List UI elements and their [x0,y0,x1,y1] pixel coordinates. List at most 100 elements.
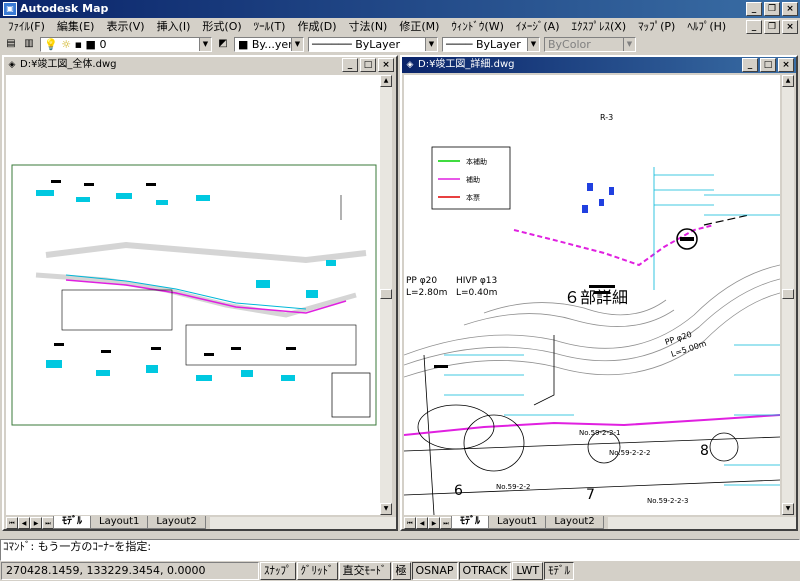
layer-manager-icon[interactable]: ▤ [4,38,18,50]
left-layout-tabs: ⏮ ◀ ▶ ⏭ ﾓﾃﾞﾙ Layout1 Layout2 [6,515,396,529]
tab-prev-icon[interactable]: ◀ [18,517,30,529]
label-no2: No.59-2-2-2 [609,449,650,457]
line-sample-icon: ────── [312,37,352,51]
coordinates-display[interactable]: 270428.1459, 133229.3454, 0.0000 [1,562,259,580]
dashed-line [703,214,750,226]
left-drawing-window[interactable]: ◈ D:¥竣工図_全体.dwg _ □ × ▲ ▼ ⏮ ◀ ▶ ⏭ ﾓﾃﾞﾙ L… [2,55,398,531]
minimize-button[interactable]: _ [342,58,358,72]
tab-first-icon[interactable]: ⏮ [404,517,416,529]
close-button[interactable]: × [378,58,394,72]
plotstyle-combo[interactable]: ByColor ▼ [544,36,636,52]
menu-insert[interactable]: 挿入(I) [151,18,197,36]
plotstyle-value: ByColor [548,37,591,51]
menu-window[interactable]: ｳｨﾝﾄﾞｳ(W) [445,18,509,36]
tab-layout1[interactable]: Layout1 [90,516,149,529]
left-vertical-scrollbar[interactable]: ▲ ▼ [380,75,392,515]
linetype-combo[interactable]: ────── ByLayer ▼ [308,36,438,52]
menu-bar: ﾌｧｲﾙ(F) 編集(E) 表示(V) 挿入(I) 形式(O) ﾂｰﾙ(T) 作… [0,18,800,36]
close-button[interactable]: × [782,2,798,16]
minimize-button[interactable]: _ [742,58,758,72]
layer-combo[interactable]: 💡 ☼ ▪ ■ 0 ▼ [40,36,212,52]
label-l280: L=2.80m [406,288,447,298]
mdi-restore-button[interactable]: ❐ [764,20,780,34]
lineweight-combo[interactable]: ──── ByLayer ▼ [442,36,540,52]
mdi-minimize-button[interactable]: _ [746,20,762,34]
mdi-close-button[interactable]: × [782,20,798,34]
menu-edit[interactable]: 編集(E) [51,18,101,36]
menu-express[interactable]: ｴｸｽﾌﾟﾚｽ(X) [566,18,633,36]
lock-icon: ▪ [74,37,83,51]
scroll-thumb[interactable] [782,289,794,299]
pipe-route-magenta [513,224,715,267]
weight-sample-icon: ──── [446,37,473,51]
menu-help[interactable]: ﾍﾙﾌﾟ(H) [681,18,732,36]
right-layout-tabs: ⏮ ◀ ▶ ⏭ ﾓﾃﾞﾙ Layout1 Layout2 [404,515,796,529]
chevron-down-icon[interactable]: ▼ [291,37,303,51]
minimize-button[interactable]: _ [746,2,762,16]
ortho-toggle[interactable]: 直交ﾓｰﾄﾞ [338,562,391,580]
lwt-toggle[interactable]: LWT [512,562,544,580]
layer-previous-icon[interactable]: ▥ [22,38,36,50]
scroll-down-icon[interactable]: ▼ [380,503,392,515]
tab-layout1[interactable]: Layout1 [488,516,547,529]
command-prompt: ｺﾏﾝﾄﾞ: もう一方のｺｰﾅｰを指定: [3,540,152,553]
menu-map[interactable]: ﾏｯﾌﾟ(P) [632,18,681,36]
chevron-down-icon[interactable]: ▼ [623,37,635,51]
sun-icon: ☼ [61,37,72,51]
chevron-down-icon[interactable]: ▼ [425,37,437,51]
lineweight-value: ByLayer [476,37,521,51]
snap-toggle[interactable]: ｽﾅｯﾌﾟ [260,562,296,580]
tab-next-icon[interactable]: ▶ [30,517,42,529]
right-vertical-scrollbar[interactable]: ▲ ▼ [782,75,794,515]
label-l040: L=0.40m [456,288,497,298]
app-title: Autodesk Map [20,2,109,15]
scroll-up-icon[interactable]: ▲ [380,75,392,87]
menu-view[interactable]: 表示(V) [100,18,150,36]
osnap-toggle[interactable]: OSNAP [411,562,458,580]
tab-first-icon[interactable]: ⏮ [6,517,18,529]
chevron-down-icon[interactable]: ▼ [527,37,539,51]
label-pp20: PP φ20 [406,276,437,286]
right-model-space[interactable]: 本補助 補助 本票 R-3 ６部詳細 PP φ20 L=2.80m HIVP φ… [404,75,780,515]
menu-image[interactable]: ｲﾒｰｼﾞ(A) [510,18,566,36]
color-combo[interactable]: ■ By...yer ▼ [234,36,304,52]
tab-model[interactable]: ﾓﾃﾞﾙ [53,516,91,529]
close-button[interactable]: × [778,58,794,72]
scroll-up-icon[interactable]: ▲ [782,75,794,87]
tab-layout2[interactable]: Layout2 [545,516,604,529]
maximize-button[interactable]: □ [360,58,376,72]
polar-toggle[interactable]: 極 [391,562,411,580]
menu-draw[interactable]: 作成(D) [291,18,342,36]
make-current-icon[interactable]: ◩ [216,38,230,50]
otrack-toggle[interactable]: OTRACK [458,562,512,580]
maximize-button[interactable]: □ [760,58,776,72]
tab-layout2[interactable]: Layout2 [147,516,206,529]
scroll-thumb[interactable] [380,289,392,299]
menu-format[interactable]: 形式(O) [196,18,247,36]
chevron-down-icon[interactable]: ▼ [199,37,211,51]
tab-model[interactable]: ﾓﾃﾞﾙ [451,516,489,529]
menu-dimension[interactable]: 寸法(N) [343,18,394,36]
tab-next-icon[interactable]: ▶ [428,517,440,529]
menu-tools[interactable]: ﾂｰﾙ(T) [248,18,292,36]
right-window-titlebar[interactable]: ◈ D:¥竣工図_詳細.dwg _ □ × [402,57,796,73]
right-drawing-window[interactable]: ◈ D:¥竣工図_詳細.dwg _ □ × 本補助 補助 本票 R-3 ６部詳細… [400,55,798,531]
left-window-titlebar[interactable]: ◈ D:¥竣工図_全体.dwg _ □ × [4,57,396,73]
model-toggle[interactable]: ﾓﾃﾞﾙ [544,562,575,580]
app-icon: ▣ [3,2,17,16]
app-titlebar: ▣ Autodesk Map _ ❐ × [0,0,800,18]
left-model-space[interactable] [6,75,380,515]
detail-ellipse [463,414,525,472]
label-num7: 7 [586,487,595,503]
command-line[interactable]: ｺﾏﾝﾄﾞ: もう一方のｺｰﾅｰを指定: [0,539,800,561]
restore-button[interactable]: ❐ [764,2,780,16]
scroll-down-icon[interactable]: ▼ [782,503,794,515]
grid-toggle[interactable]: ｸﾞﾘｯﾄﾞ [296,562,338,580]
menu-file[interactable]: ﾌｧｲﾙ(F) [2,18,51,36]
symbol-bar [680,237,694,241]
right-horizontal-scrollbar[interactable] [607,517,796,529]
dwg-file-icon: ◈ [406,60,414,70]
tab-prev-icon[interactable]: ◀ [416,517,428,529]
menu-modify[interactable]: 修正(M) [393,18,445,36]
left-horizontal-scrollbar[interactable] [209,517,396,529]
